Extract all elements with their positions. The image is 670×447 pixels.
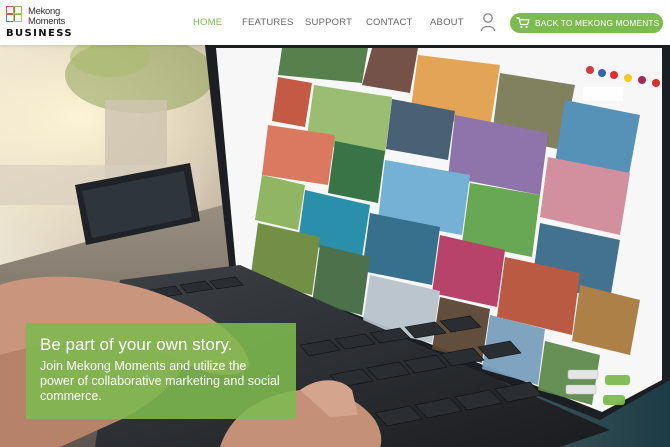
hero-promo-box: Be part of your own story. Join Mekong M… bbox=[26, 323, 296, 419]
nav-features[interactable]: FEATURES bbox=[242, 17, 294, 28]
logo-text-line2: Moments bbox=[28, 16, 65, 27]
hero-title: Be part of your own story. bbox=[40, 335, 233, 354]
user-icon[interactable] bbox=[480, 12, 496, 32]
hero-section: Be part of your own story. Join Mekong M… bbox=[0, 45, 670, 447]
brand-logo[interactable]: Mekong Moments BUSINESS bbox=[6, 5, 74, 39]
hero-description: Join Mekong Moments and utilize the powe… bbox=[40, 359, 280, 403]
nav-home[interactable]: HOME bbox=[193, 17, 222, 28]
nav-support[interactable]: SUPPORT bbox=[305, 17, 352, 28]
logo-mark-icon bbox=[6, 6, 30, 26]
back-button-label: BACK TO MEKONG MOMENTS bbox=[535, 18, 660, 28]
cart-icon bbox=[516, 17, 530, 29]
site-header: Mekong Moments BUSINESS HOME FEATURES SU… bbox=[0, 0, 670, 45]
back-to-mekong-moments-button[interactable]: BACK TO MEKONG MOMENTS bbox=[510, 13, 663, 33]
nav-about[interactable]: ABOUT bbox=[430, 17, 464, 28]
logo-business-text: BUSINESS bbox=[6, 28, 74, 39]
nav-contact[interactable]: CONTACT bbox=[366, 17, 413, 28]
